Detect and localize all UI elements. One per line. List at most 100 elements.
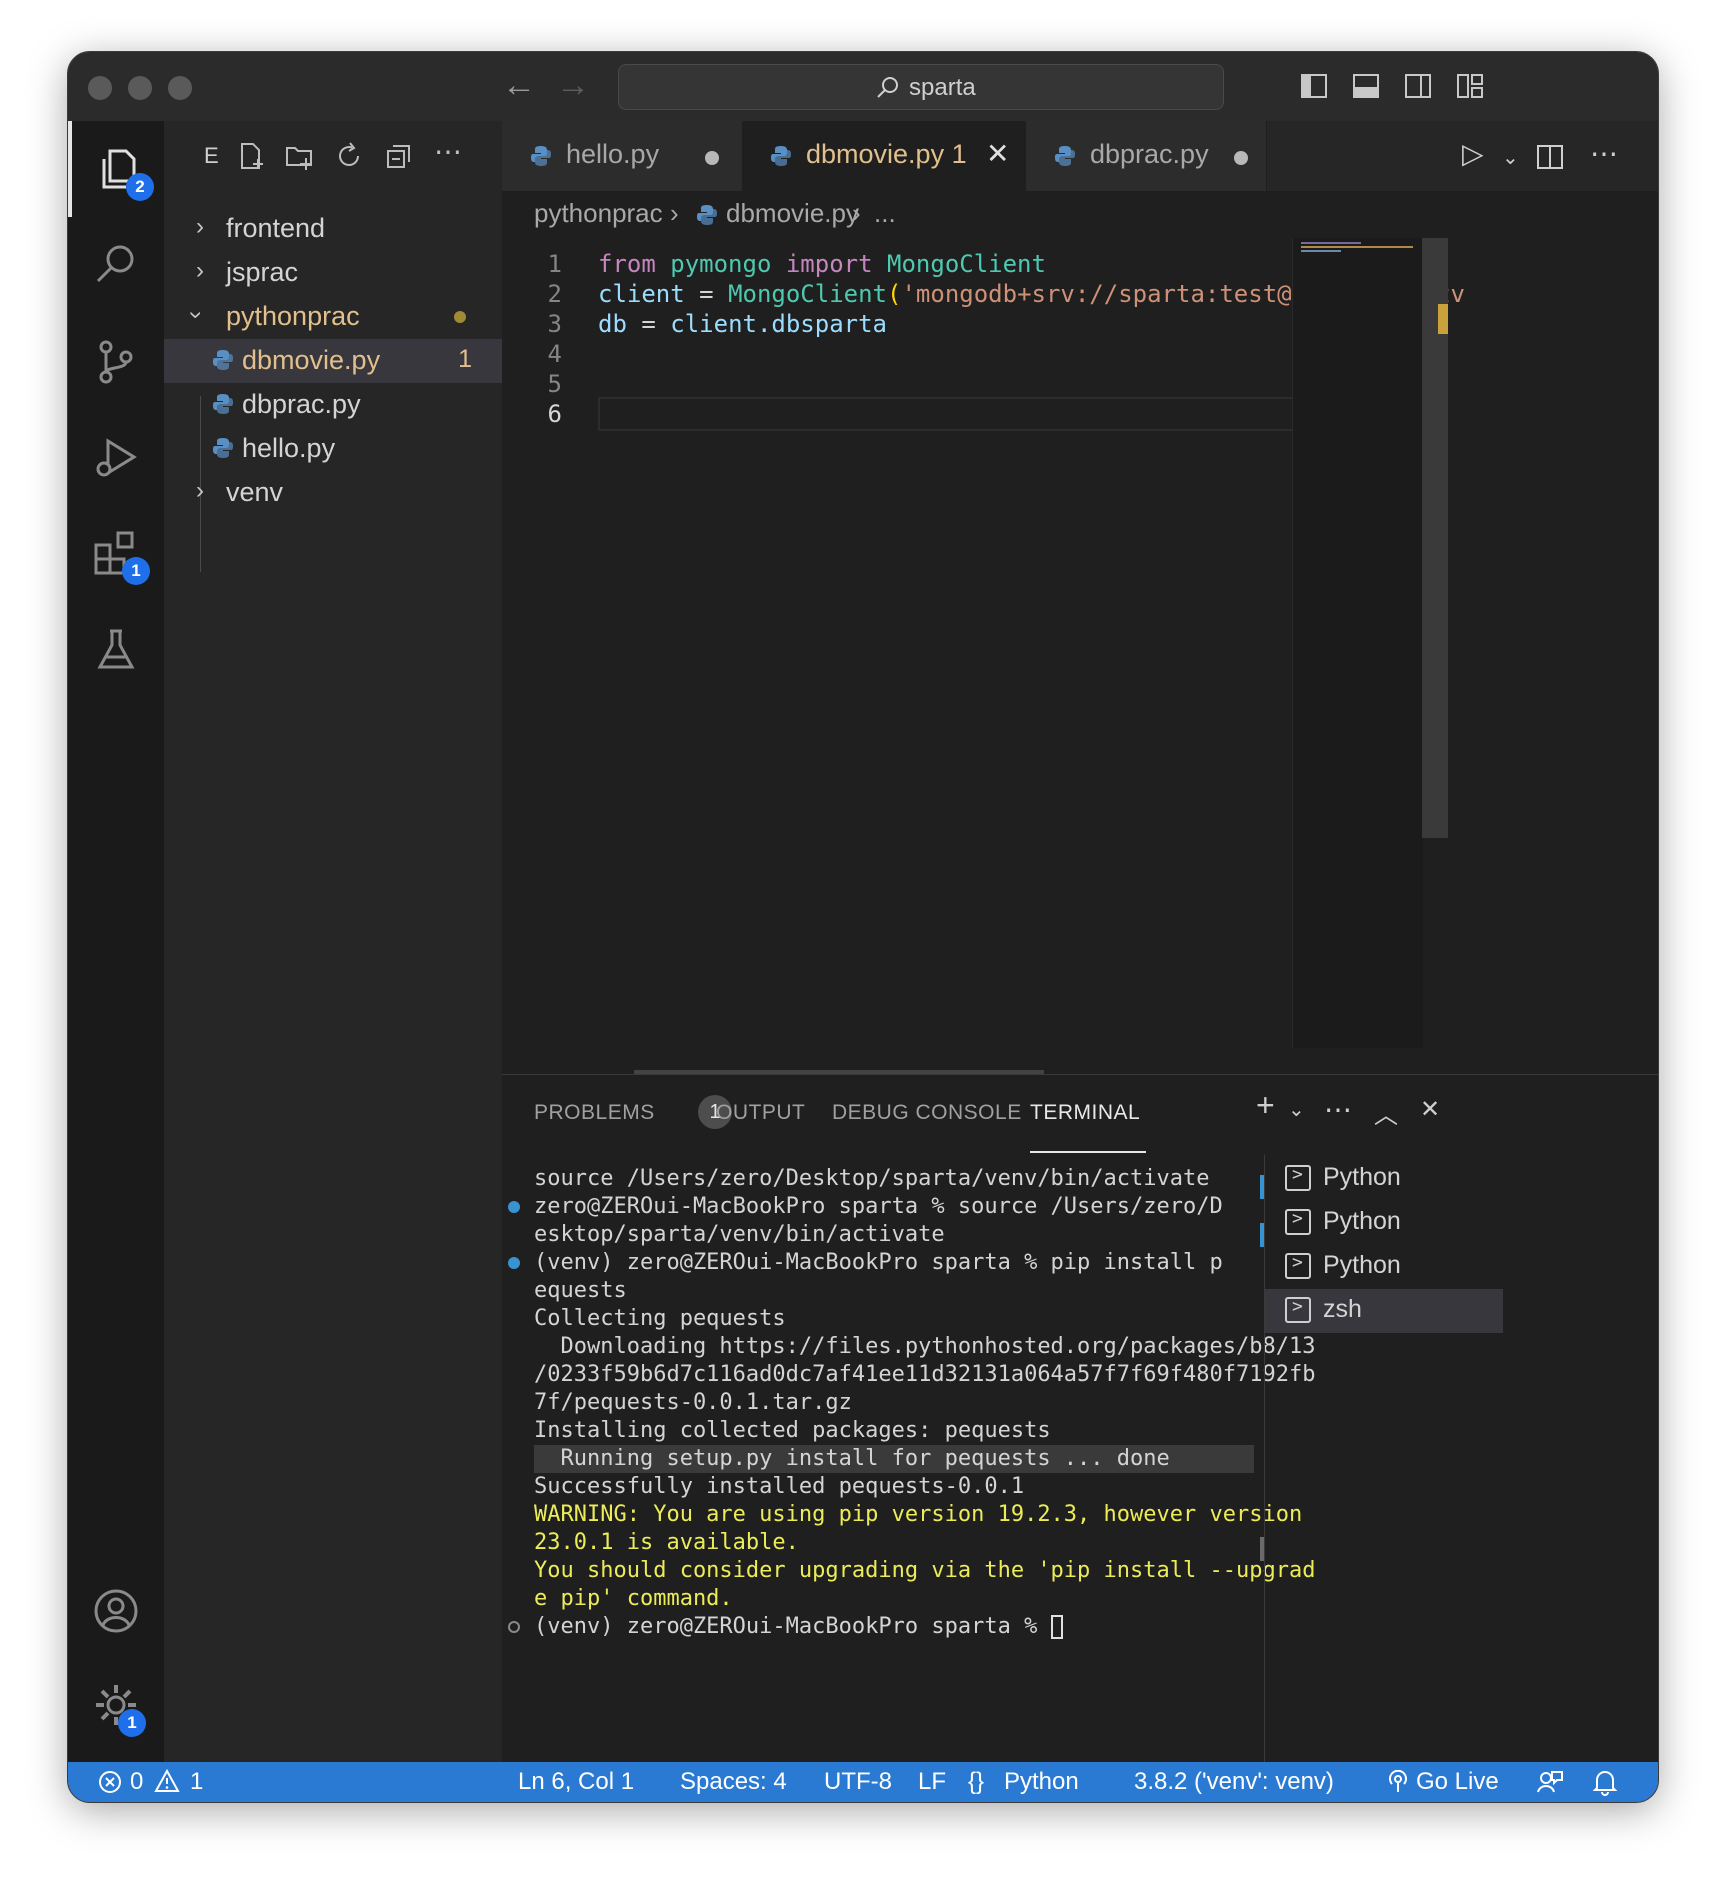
terminal-icon xyxy=(1285,1164,1311,1191)
collapse-all-icon[interactable] xyxy=(384,141,414,171)
chevron-down-icon[interactable]: ⌄ xyxy=(1502,145,1519,170)
code-line-1: from pymongo import MongoClient xyxy=(598,250,1046,278)
line-number: 3 xyxy=(547,310,562,338)
warning-icon[interactable] xyxy=(154,1768,180,1794)
python-interpreter[interactable]: 3.8.2 ('venv': venv) xyxy=(1134,1768,1334,1796)
tree-folder-venv[interactable]: › venv xyxy=(164,471,502,515)
explorer-activity[interactable]: 2 xyxy=(68,121,164,217)
braces-icon[interactable]: {} xyxy=(968,1768,984,1796)
tab-hello-py[interactable]: hello.py xyxy=(502,121,743,191)
new-folder-icon[interactable] xyxy=(284,141,314,171)
source-control-activity[interactable] xyxy=(68,313,164,409)
editor-tab-bar: hello.py dbmovie.py 1 ✕ dbprac.py ▷ ⌄ ⋯ xyxy=(502,121,1658,191)
end-of-line[interactable]: LF xyxy=(918,1768,946,1796)
error-icon[interactable] xyxy=(98,1770,122,1794)
run-debug-activity[interactable] xyxy=(68,409,164,505)
python-file-icon xyxy=(771,146,791,166)
tab-output[interactable]: OUTPUT xyxy=(716,1101,805,1125)
tab-dbmovie-py[interactable]: dbmovie.py 1 ✕ xyxy=(742,121,1027,191)
unsaved-dot-icon[interactable] xyxy=(705,151,719,165)
minimize-window-button[interactable] xyxy=(128,76,152,100)
line-number: 5 xyxy=(547,370,562,398)
chevron-down-icon[interactable]: ⌄ xyxy=(1288,1097,1305,1122)
terminal-item-zsh[interactable]: zsh xyxy=(1265,1289,1503,1333)
zoom-window-button[interactable] xyxy=(168,76,192,100)
terminal-output[interactable]: source /Users/zero/Desktop/sparta/venv/b… xyxy=(508,1165,1315,1641)
tab-terminal[interactable]: TERMINAL xyxy=(1030,1101,1140,1125)
tab-debug-console[interactable]: DEBUG CONSOLE xyxy=(832,1101,1022,1125)
minimap[interactable] xyxy=(1292,238,1423,1048)
warning-count[interactable]: 1 xyxy=(190,1768,203,1796)
encoding[interactable]: UTF-8 xyxy=(824,1768,892,1796)
toggle-panel-icon[interactable] xyxy=(1352,72,1380,100)
tree-folder-jsprac[interactable]: › jsprac xyxy=(164,251,502,295)
chevron-right-icon: › xyxy=(852,198,861,228)
terminal-item-python[interactable]: Python xyxy=(1265,1245,1503,1289)
close-window-button[interactable] xyxy=(88,76,112,100)
breadcrumb-more[interactable]: ... xyxy=(874,198,896,229)
manage-activity[interactable]: 1 xyxy=(68,1657,164,1753)
run-debug-icon xyxy=(96,438,137,477)
go-live-button[interactable]: Go Live xyxy=(1416,1768,1499,1796)
chevron-right-icon: › xyxy=(670,198,679,228)
bell-icon[interactable] xyxy=(1592,1768,1618,1796)
maximize-panel-icon[interactable]: ︿ xyxy=(1374,1095,1398,1130)
active-tab-underline xyxy=(1030,1151,1146,1153)
tree-folder-pythonprac[interactable]: › pythonprac xyxy=(164,295,502,339)
tab-dbprac-py[interactable]: dbprac.py xyxy=(1026,121,1267,191)
more-actions-icon[interactable]: ⋯ xyxy=(1324,1093,1352,1126)
more-actions-icon[interactable]: ⋯ xyxy=(1590,137,1618,170)
split-editor-icon[interactable] xyxy=(1536,143,1564,171)
python-file-icon xyxy=(697,205,717,225)
toggle-primary-sidebar-icon[interactable] xyxy=(1300,72,1328,100)
language-mode[interactable]: Python xyxy=(1004,1768,1079,1796)
search-activity[interactable] xyxy=(68,217,164,313)
command-decoration-icon[interactable] xyxy=(508,1201,520,1213)
explorer-badge: 2 xyxy=(126,173,154,201)
customize-layout-icon[interactable] xyxy=(1456,72,1484,100)
tree-file-dbprac[interactable]: dbprac.py xyxy=(164,383,502,427)
error-count[interactable]: 0 xyxy=(130,1768,143,1796)
command-decoration-icon[interactable] xyxy=(508,1257,520,1269)
extensions-activity[interactable]: 1 xyxy=(68,505,164,601)
python-file-icon xyxy=(213,438,233,458)
tree-folder-frontend[interactable]: › frontend xyxy=(164,207,502,251)
testing-activity[interactable] xyxy=(68,601,164,697)
run-python-file-icon[interactable]: ▷ xyxy=(1462,137,1484,170)
tree-file-hello[interactable]: hello.py xyxy=(164,427,502,471)
command-center-search[interactable]: sparta xyxy=(618,64,1224,110)
toggle-secondary-sidebar-icon[interactable] xyxy=(1404,72,1432,100)
forward-arrow-icon[interactable]: → xyxy=(556,66,590,105)
accounts-feedback-icon[interactable] xyxy=(1536,1768,1564,1796)
search-icon xyxy=(877,77,898,98)
settings-badge: 1 xyxy=(118,1709,146,1737)
python-file-icon xyxy=(213,350,233,370)
new-file-icon[interactable] xyxy=(236,141,266,171)
activity-bar: 2 1 1 xyxy=(68,121,164,1762)
tab-problems[interactable]: PROBLEMS xyxy=(534,1101,655,1125)
back-arrow-icon[interactable]: ← xyxy=(502,66,536,105)
more-actions-icon[interactable]: ⋯ xyxy=(434,135,462,168)
broadcast-icon[interactable] xyxy=(1386,1770,1410,1794)
command-decoration-icon[interactable] xyxy=(508,1621,520,1633)
breadcrumb-file[interactable]: dbmovie.py xyxy=(726,198,859,229)
new-terminal-icon[interactable]: + xyxy=(1256,1087,1275,1124)
python-file-icon xyxy=(1055,146,1075,166)
unsaved-dot-icon[interactable] xyxy=(1234,151,1248,165)
refresh-icon[interactable] xyxy=(334,141,364,171)
cursor-position[interactable]: Ln 6, Col 1 xyxy=(518,1768,634,1796)
source-control-icon xyxy=(99,340,133,384)
python-file-icon xyxy=(531,146,551,166)
close-tab-icon[interactable]: ✕ xyxy=(986,137,1009,170)
indentation[interactable]: Spaces: 4 xyxy=(680,1768,787,1796)
terminal-item-python[interactable]: Python xyxy=(1265,1201,1503,1245)
terminal-icon xyxy=(1285,1252,1311,1279)
code-editor[interactable]: 1 2 3 4 5 6 from pymongo import MongoCli… xyxy=(502,238,1658,1048)
title-bar: ← → sparta xyxy=(68,52,1658,121)
modified-indicator xyxy=(454,311,466,323)
terminal-item-python[interactable]: Python xyxy=(1265,1157,1503,1201)
tree-file-dbmovie[interactable]: dbmovie.py 1 xyxy=(164,339,502,383)
breadcrumb-folder[interactable]: pythonprac xyxy=(534,198,663,229)
accounts-activity[interactable] xyxy=(68,1563,164,1659)
close-panel-icon[interactable]: ✕ xyxy=(1420,1095,1440,1124)
